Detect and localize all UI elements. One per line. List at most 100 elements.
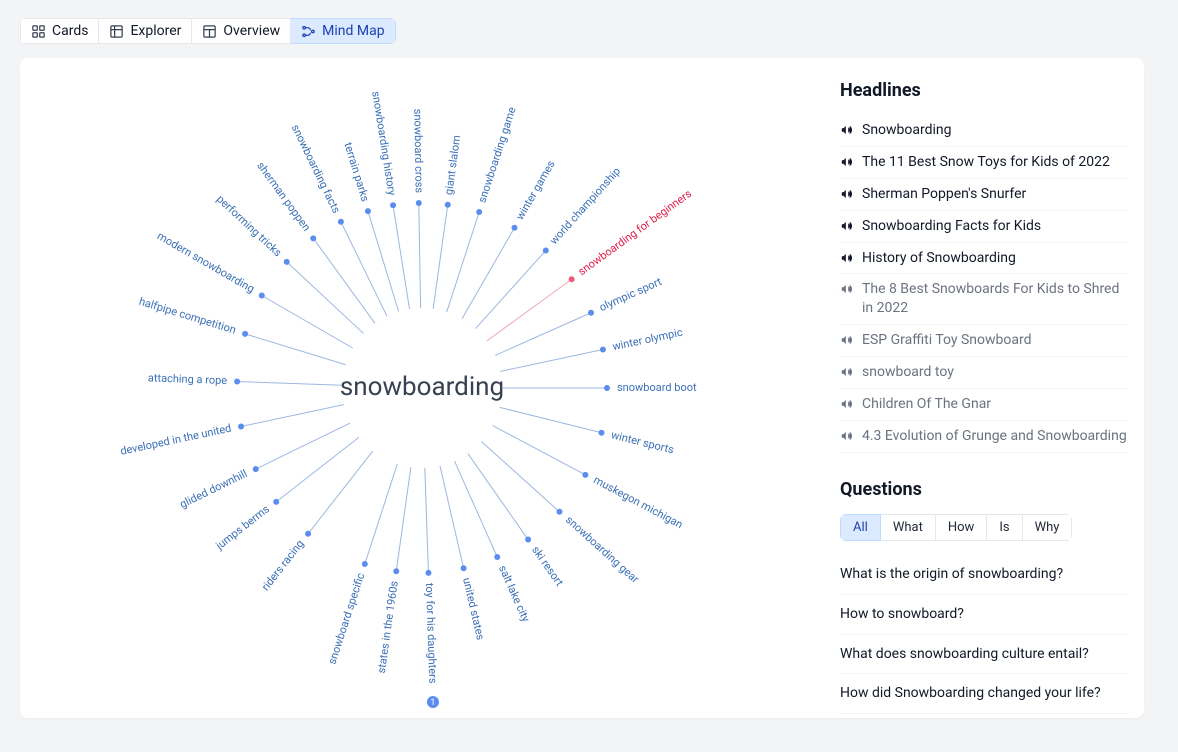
mind-map-node-dot[interactable] [556, 509, 562, 515]
headline-item[interactable]: Snowboarding [840, 115, 1128, 147]
headline-item[interactable]: The 11 Best Snow Toys for Kids of 2022 [840, 147, 1128, 179]
mind-map-node-dot[interactable] [512, 225, 518, 231]
mind-map-node-dot[interactable] [305, 531, 311, 537]
mind-map-edge [487, 279, 572, 341]
mind-map-node-label[interactable]: riders racing [259, 537, 307, 593]
cards-icon [31, 24, 46, 39]
mind-map-node-label[interactable]: olympic sport [597, 275, 664, 314]
question-item[interactable]: How to snowboard? [840, 595, 1128, 635]
bullhorn-icon [840, 155, 854, 169]
mind-map-node-dot[interactable] [234, 379, 240, 385]
mind-map-node-label[interactable]: winter sports [610, 428, 676, 456]
mind-map-edge [237, 382, 342, 386]
mind-map-node-dot[interactable] [425, 570, 431, 576]
mind-map-node-label[interactable]: modern snowboarding [155, 229, 257, 295]
mind-map-edge [241, 405, 344, 427]
question-item[interactable]: What is the origin of snowboarding? [840, 555, 1128, 595]
headline-item[interactable]: History of Snowboarding [840, 243, 1128, 275]
mind-map-node-dot[interactable] [461, 565, 467, 571]
question-item[interactable]: How did Snowboarding changed your life? [840, 674, 1128, 714]
headline-list: SnowboardingThe 11 Best Snow Toys for Ki… [840, 115, 1128, 453]
mind-map-node-dot[interactable] [494, 554, 500, 560]
mind-map-node-label[interactable]: ski resort [529, 544, 566, 589]
mind-map-edge [500, 350, 603, 372]
mind-map-node-label[interactable]: attaching a rope [148, 371, 228, 387]
mind-map-node-dot[interactable] [284, 259, 290, 265]
mind-map-node-dot[interactable] [238, 423, 244, 429]
mind-map-node-label[interactable]: developed in the united [119, 422, 232, 458]
mind-map-node-label[interactable]: snowboarding history [369, 90, 398, 197]
headline-item[interactable]: ESP Graffiti Toy Snowboard [840, 325, 1128, 357]
qtab-how[interactable]: How [936, 514, 987, 541]
mind-map-node-dot[interactable] [525, 537, 531, 543]
qtab-what[interactable]: What [881, 514, 936, 541]
mind-map-edge [455, 461, 498, 557]
headline-item[interactable]: Snowboarding Facts for Kids [840, 211, 1128, 243]
mind-map-node-label[interactable]: winter games [513, 158, 558, 222]
mind-map-node-label[interactable]: states in the 1960s [375, 580, 401, 674]
question-item[interactable]: What's the best snowboard brands? [840, 714, 1128, 718]
mind-map-node-dot[interactable] [569, 276, 575, 282]
mind-map-node-dot[interactable] [390, 202, 396, 208]
qtab-why[interactable]: Why [1023, 514, 1073, 541]
mind-map-node-label[interactable]: snowboarding gear [563, 513, 642, 586]
mind-map-node-label[interactable]: sherman poppen [254, 159, 313, 233]
mind-map-node-dot[interactable] [416, 200, 422, 206]
mind-map-node-label[interactable]: toy for his daughters [423, 583, 440, 684]
mind-map-node-dot[interactable] [582, 472, 588, 478]
mind-map-node-dot[interactable] [362, 561, 368, 567]
headline-item[interactable]: snowboard toy [840, 357, 1128, 389]
mind-map-node-label[interactable]: giant slalom [442, 134, 463, 195]
mind-map-svg[interactable]: snowboardingsnowboard specificstates in … [20, 58, 824, 718]
mind-map-node-label[interactable]: glided downhill [178, 467, 250, 511]
headline-text: snowboard toy [862, 363, 954, 382]
headline-item[interactable]: 4.3 Evolution of Grunge and Snowboarding [840, 421, 1128, 453]
mind-map-node-label[interactable]: terrain parks [341, 141, 371, 204]
mind-map-node-dot[interactable] [604, 385, 610, 391]
mind-map-node-label[interactable]: snowboard boot [617, 381, 697, 394]
qtab-all[interactable]: All [840, 514, 881, 541]
mind-map-node-label[interactable]: snowboard cross [411, 109, 425, 194]
mind-map-node-dot[interactable] [393, 568, 399, 574]
mind-map-node-label[interactable]: performing tricks [214, 193, 285, 260]
mind-map-node-label[interactable]: snowboarding facts [289, 122, 343, 215]
mind-map-node-dot[interactable] [242, 331, 248, 337]
mind-map-node-label[interactable]: halfpipe competition [137, 295, 237, 337]
mind-map-pane[interactable]: snowboardingsnowboard specificstates in … [20, 58, 824, 718]
mind-map-node-dot[interactable] [445, 202, 451, 208]
mind-map-node-label[interactable]: united states [460, 576, 487, 641]
mind-map-node-label[interactable]: world championship [547, 165, 623, 247]
layout-icon [202, 24, 217, 39]
qtab-is[interactable]: Is [987, 514, 1022, 541]
mind-map-node-dot[interactable] [476, 209, 482, 215]
mind-map-node-dot[interactable] [273, 499, 279, 505]
tab-mind-map[interactable]: Mind Map [291, 18, 395, 44]
mind-map-node-dot[interactable] [543, 248, 549, 254]
mind-map-node-dot[interactable] [599, 430, 605, 436]
mind-map-node-label[interactable]: jumps berms [213, 502, 272, 552]
mind-map-node-dot[interactable] [253, 466, 259, 472]
tab-explorer[interactable]: Explorer [99, 18, 192, 44]
table-icon [109, 24, 124, 39]
mind-map-node-dot[interactable] [588, 310, 594, 316]
mind-map-node-dot[interactable] [310, 235, 316, 241]
mind-map-edge [396, 467, 411, 571]
mind-map-node-dot[interactable] [259, 293, 265, 299]
mind-map-node-dot[interactable] [600, 347, 606, 353]
mind-map-node-label[interactable]: snowboard specific [326, 571, 368, 666]
headline-item[interactable]: Sherman Poppen's Snurfer [840, 179, 1128, 211]
mind-map-node-label[interactable]: snowboarding game [476, 105, 519, 204]
headline-text: ESP Graffiti Toy Snowboard [862, 331, 1032, 350]
mind-map-edge [419, 203, 421, 308]
headline-item[interactable]: Children Of The Gnar [840, 389, 1128, 421]
mind-map-node-label[interactable]: salt lake city [496, 563, 533, 624]
question-item[interactable]: What does snowboarding culture entail? [840, 635, 1128, 675]
tab-overview[interactable]: Overview [192, 18, 291, 44]
mind-map-node-dot[interactable] [365, 208, 371, 214]
mind-map-node-label[interactable]: winter olympic [611, 326, 684, 354]
headline-item[interactable]: The 8 Best Snowboards For Kids to Shred … [840, 274, 1128, 325]
mind-map-node-dot[interactable] [338, 219, 344, 225]
mind-map-edge [341, 222, 387, 316]
mind-map-node-label[interactable]: muskegon michigan [591, 473, 685, 531]
tab-cards[interactable]: Cards [20, 18, 99, 44]
